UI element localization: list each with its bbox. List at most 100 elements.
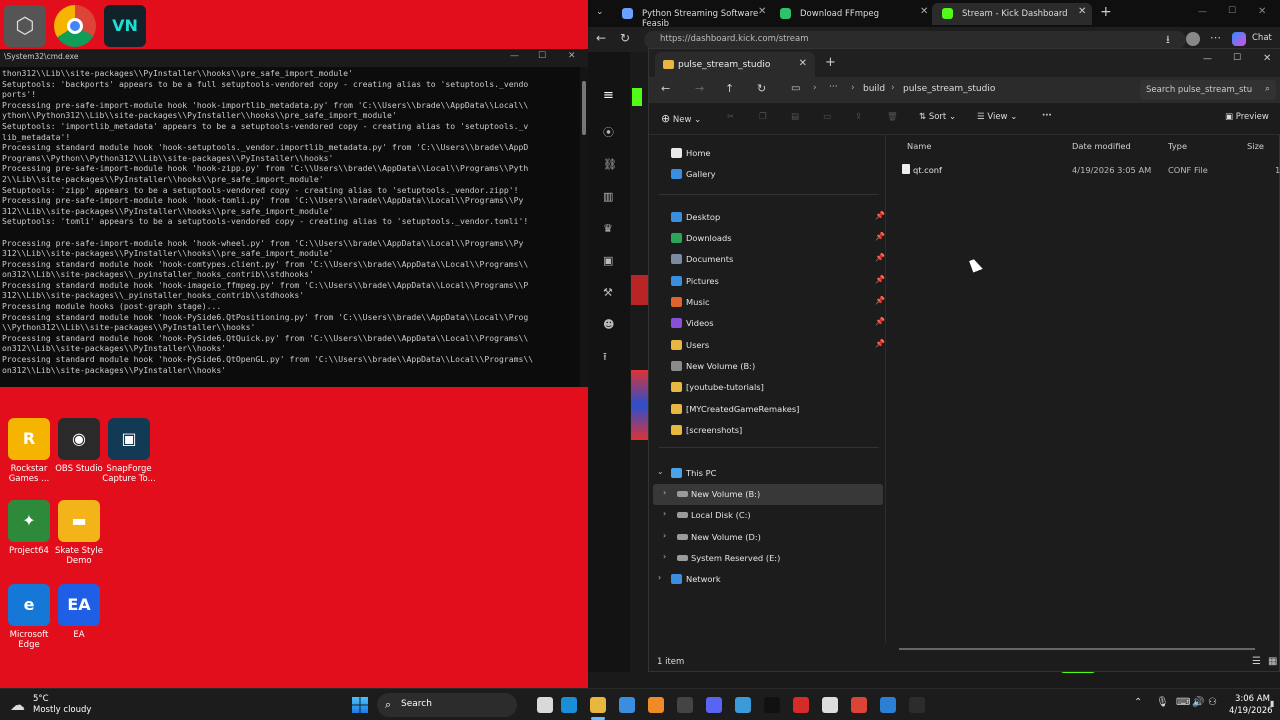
- taskbar-search[interactable]: ⌕ Search: [377, 693, 517, 717]
- desktop-icon-snapforge-capture-to[interactable]: ▣ SnapForge Capture To...: [100, 418, 158, 484]
- minimize-icon[interactable]: —: [1198, 7, 1207, 17]
- nav-item-pictures[interactable]: Pictures 📌: [649, 271, 885, 292]
- hs-icon[interactable]: [677, 697, 693, 713]
- nav-item-network[interactable]: › Network: [649, 569, 885, 590]
- pin-icon[interactable]: 📌: [875, 232, 885, 241]
- clock-date[interactable]: 4/19/2026: [1229, 706, 1273, 716]
- desktop-icon-ea[interactable]: EA EA: [50, 584, 108, 640]
- file-explorer-icon[interactable]: [590, 697, 606, 713]
- sort-button[interactable]: ⇅ Sort ⌄: [919, 112, 956, 122]
- share-icon[interactable]: ⇪: [855, 112, 862, 122]
- search-input[interactable]: Search pulse_stream_stu ⌕: [1140, 80, 1276, 100]
- nav-item-drive[interactable]: › New Volume (D:): [653, 527, 883, 548]
- computer-icon[interactable]: ▭: [791, 83, 800, 94]
- weather-desc[interactable]: Mostly cloudy: [33, 705, 91, 715]
- stream-icon[interactable]: ⦿: [603, 127, 615, 139]
- close-icon[interactable]: ✕: [1258, 6, 1266, 17]
- close-icon[interactable]: ✕: [1263, 53, 1271, 64]
- chart-icon[interactable]: ▥: [603, 191, 615, 203]
- back-icon[interactable]: ←: [661, 82, 670, 95]
- vegas-icon[interactable]: VN: [104, 5, 146, 47]
- weather-temp[interactable]: 5°C: [33, 694, 49, 704]
- horizontal-scrollbar[interactable]: [899, 648, 1255, 650]
- chevron-down-icon[interactable]: ⌄: [657, 467, 664, 476]
- close-icon[interactable]: ✕: [1078, 6, 1086, 17]
- chevron-up-icon[interactable]: ⌃: [1134, 697, 1142, 708]
- more-options-button[interactable]: ···: [1042, 111, 1052, 121]
- task-view-icon[interactable]: [537, 697, 553, 713]
- pin-icon[interactable]: 📌: [875, 275, 885, 284]
- nav-item-folder[interactable]: Users 📌: [649, 335, 885, 356]
- view-button[interactable]: ☰ View ⌄: [977, 112, 1017, 122]
- kick-logo[interactable]: [632, 88, 642, 106]
- breadcrumb-build[interactable]: build: [863, 84, 885, 94]
- nav-item-drive[interactable]: › System Reserved (E:): [653, 548, 883, 569]
- clock-time[interactable]: 3:06 AM: [1235, 694, 1270, 704]
- upload-icon[interactable]: ⭱: [603, 351, 615, 363]
- nav-item-drive[interactable]: › New Volume (B:): [653, 484, 883, 505]
- pin-icon[interactable]: 📌: [875, 253, 885, 262]
- users-icon[interactable]: ☻: [603, 319, 615, 331]
- maximize-icon[interactable]: ☐: [1233, 53, 1241, 63]
- volume-icon[interactable]: 🔊: [1192, 697, 1204, 708]
- store-icon[interactable]: [619, 697, 635, 713]
- pin-icon[interactable]: 📌: [875, 317, 885, 326]
- nav-item-folder[interactable]: [MYCreatedGameRemakes]: [649, 399, 885, 420]
- nav-item-folder[interactable]: [youtube-tutorials]: [649, 377, 885, 398]
- tiles-view-icon[interactable]: ▦: [1268, 656, 1277, 667]
- close-icon[interactable]: ✕: [920, 6, 928, 17]
- tab-download-ffmpeg[interactable]: Download FFmpeg: [770, 3, 930, 25]
- close-icon[interactable]: ✕: [568, 51, 576, 61]
- nav-item-desktop[interactable]: Desktop 📌: [649, 207, 885, 228]
- cmd-window[interactable]: \System32\cmd.exe — ☐ ✕ thon312\\Lib\\si…: [0, 49, 588, 387]
- forward-icon[interactable]: →: [695, 82, 704, 95]
- more-icon[interactable]: ⋯: [1210, 31, 1221, 44]
- nav-item-gallery[interactable]: Gallery: [649, 164, 885, 185]
- profile-icon[interactable]: [1186, 32, 1200, 46]
- link-icon[interactable]: ⛓: [603, 159, 617, 171]
- mic-icon[interactable]: 🎙: [1156, 697, 1169, 708]
- explorer-tab[interactable]: pulse_stream_studio ✕: [655, 52, 815, 77]
- notification-icon[interactable]: ▮: [1270, 699, 1274, 708]
- details-view-icon[interactable]: ☰: [1252, 656, 1261, 667]
- discord-icon[interactable]: [706, 697, 722, 713]
- menu-icon[interactable]: ≡: [603, 89, 615, 102]
- adobe-icon[interactable]: [793, 697, 809, 713]
- back-icon[interactable]: ←: [596, 31, 606, 45]
- chevron-right-icon[interactable]: ›: [663, 488, 666, 497]
- chevron-right-icon[interactable]: ›: [663, 531, 666, 540]
- refresh-icon[interactable]: ↻: [757, 82, 766, 95]
- tiktok-icon[interactable]: [764, 697, 780, 713]
- tab-list-icon[interactable]: ⌄: [596, 7, 604, 17]
- cut-icon[interactable]: ✂: [727, 112, 734, 122]
- snip-icon[interactable]: [735, 697, 751, 713]
- nav-item-downloads[interactable]: Downloads 📌: [649, 228, 885, 249]
- desktop-icon-skate-style-demo[interactable]: ▬ Skate Style Demo: [50, 500, 108, 566]
- nav-item-home[interactable]: Home: [649, 143, 885, 164]
- tab-kick-dashboard[interactable]: Stream - Kick Dashboard: [932, 3, 1092, 25]
- nav-item-videos[interactable]: Videos 📌: [649, 313, 885, 334]
- chatgpt-icon[interactable]: [822, 697, 838, 713]
- terminal-icon[interactable]: [909, 697, 925, 713]
- cmd-scrollbar[interactable]: [580, 67, 588, 387]
- nav-item-folder[interactable]: [screenshots]: [649, 420, 885, 441]
- minimize-icon[interactable]: —: [1203, 54, 1212, 64]
- paste-icon[interactable]: ▤: [791, 112, 799, 122]
- cmd-titlebar[interactable]: \System32\cmd.exe — ☐ ✕: [0, 49, 588, 67]
- chevron-right-icon[interactable]: ›: [663, 509, 666, 518]
- pin-icon[interactable]: 📌: [875, 339, 885, 348]
- file-row[interactable]: qt.conf 4/19/2026 3:05 AM CONF File 1: [889, 161, 1280, 181]
- ellipsis-icon[interactable]: ···: [829, 82, 838, 92]
- new-button[interactable]: ⊕ New ⌄: [661, 112, 701, 125]
- battery-icon[interactable]: ⚇: [1208, 697, 1217, 708]
- chevron-right-icon[interactable]: ›: [663, 552, 666, 561]
- rename-icon[interactable]: ▭: [823, 112, 831, 122]
- chrome-icon[interactable]: [54, 5, 96, 47]
- vs-icon[interactable]: [880, 697, 896, 713]
- minimize-icon[interactable]: —: [510, 51, 519, 61]
- pin-icon[interactable]: 📌: [875, 296, 885, 305]
- edge-icon[interactable]: [561, 697, 577, 713]
- chevron-right-icon[interactable]: ›: [658, 573, 661, 582]
- column-size[interactable]: Size: [1247, 141, 1264, 151]
- nav-item-documents[interactable]: Documents 📌: [649, 249, 885, 270]
